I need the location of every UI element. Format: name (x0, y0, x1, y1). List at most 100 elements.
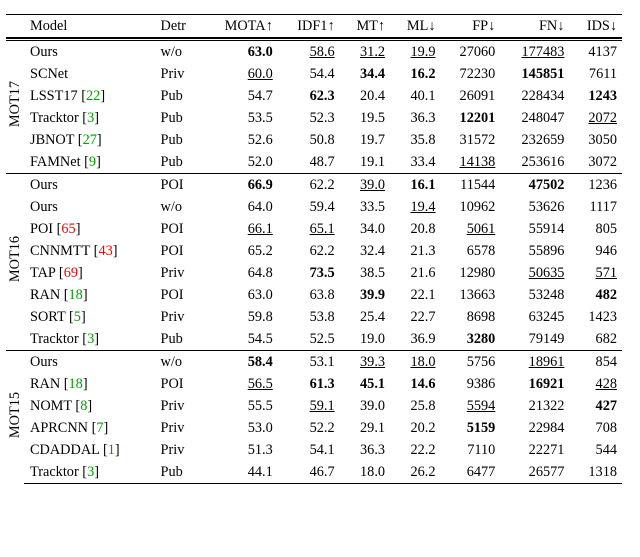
detr-cell: POI (156, 240, 202, 262)
table-cell: 51.3 (202, 439, 278, 461)
citation-ref[interactable]: 7 (96, 420, 103, 436)
citation-ref[interactable]: 3 (87, 464, 94, 480)
table-cell: 19.1 (340, 151, 390, 173)
detr-cell: POI (156, 218, 202, 240)
table-cell: 571 (569, 262, 622, 284)
col-fp: FP↓ (441, 15, 501, 38)
detr-cell: Priv (156, 306, 202, 328)
table-row: NOMT [8]Priv55.559.139.025.8559421322427 (6, 395, 622, 417)
citation-ref[interactable]: 8 (80, 398, 87, 414)
citation-ref[interactable]: 65 (61, 221, 75, 237)
group-label: MOT15 (6, 351, 24, 484)
table-cell: 22.1 (390, 284, 440, 306)
detr-cell: Priv (156, 417, 202, 439)
table-cell: 46.7 (278, 461, 340, 484)
model-cell: LSST17 [22] (24, 85, 156, 107)
table-cell: 248047 (500, 107, 569, 129)
table-cell: 1117 (569, 196, 622, 218)
table-cell: 26.2 (390, 461, 440, 484)
table-cell: 22.2 (390, 439, 440, 461)
table-cell: 20.8 (390, 218, 440, 240)
table-cell: 22271 (500, 439, 569, 461)
table-cell: 3072 (569, 151, 622, 173)
col-idf1: IDF1↑ (278, 15, 340, 38)
citation-ref[interactable]: 9 (89, 154, 96, 170)
table-cell: 39.9 (340, 284, 390, 306)
table-cell: 53.1 (278, 351, 340, 374)
table-cell: 65.1 (278, 218, 340, 240)
table-cell: 946 (569, 240, 622, 262)
table-cell: 34.0 (340, 218, 390, 240)
citation-ref[interactable]: 3 (87, 110, 94, 126)
table-cell: 63.8 (278, 284, 340, 306)
table-cell: 59.8 (202, 306, 278, 328)
table-cell: 1423 (569, 306, 622, 328)
detr-cell: w/o (156, 196, 202, 218)
citation-ref[interactable]: 69 (64, 265, 78, 281)
citation-ref[interactable]: 5 (74, 309, 81, 325)
table-row: Oursw/o64.059.433.519.410962536261117 (6, 196, 622, 218)
model-cell: FAMNet [9] (24, 151, 156, 173)
table-cell: 73.5 (278, 262, 340, 284)
model-cell: Tracktor [3] (24, 328, 156, 350)
table-cell: 53.8 (278, 306, 340, 328)
table-row: TAP [69]Priv64.873.538.521.6129805063557… (6, 262, 622, 284)
table-cell: 5594 (441, 395, 501, 417)
table-row: RAN [18]POI63.063.839.922.11366353248482 (6, 284, 622, 306)
table-cell: 682 (569, 328, 622, 350)
table-row: CDADDAL [1]Priv51.354.136.322.2711022271… (6, 439, 622, 461)
table-cell: 9386 (441, 373, 501, 395)
table-cell: 72230 (441, 63, 501, 85)
table-cell: 52.5 (278, 328, 340, 350)
table-cell: 177483 (500, 40, 569, 64)
table-cell: 1236 (569, 174, 622, 197)
detr-cell: Priv (156, 395, 202, 417)
citation-ref[interactable]: 22 (86, 88, 100, 104)
citation-ref[interactable]: 27 (83, 132, 97, 148)
table-cell: 59.1 (278, 395, 340, 417)
table-cell: 60.0 (202, 63, 278, 85)
table-cell: 805 (569, 218, 622, 240)
table-cell: 21.6 (390, 262, 440, 284)
table-cell: 19.5 (340, 107, 390, 129)
table-cell: 11544 (441, 174, 501, 197)
table-cell: 63245 (500, 306, 569, 328)
col-detr: Detr (156, 15, 202, 38)
citation-ref[interactable]: 18 (69, 287, 83, 303)
table-cell: 16921 (500, 373, 569, 395)
table-row: LSST17 [22]Pub54.762.320.440.12609122843… (6, 85, 622, 107)
citation-ref[interactable]: 3 (87, 331, 94, 347)
table-cell: 3280 (441, 328, 501, 350)
detr-cell: POI (156, 373, 202, 395)
model-cell: Tracktor [3] (24, 107, 156, 129)
citation-ref[interactable]: 1 (108, 442, 115, 458)
table-cell: 79149 (500, 328, 569, 350)
model-cell: SORT [5] (24, 306, 156, 328)
table-row: JBNOT [27]Pub52.650.819.735.831572232659… (6, 129, 622, 151)
table-cell: 7611 (569, 63, 622, 85)
citation-ref[interactable]: 43 (98, 243, 112, 259)
table-row: POI [65]POI66.165.134.020.8506155914805 (6, 218, 622, 240)
model-cell: POI [65] (24, 218, 156, 240)
col-fn: FN↓ (500, 15, 569, 38)
citation-ref[interactable]: 18 (69, 376, 83, 392)
table-cell: 55.5 (202, 395, 278, 417)
table-cell: 18.0 (390, 351, 440, 374)
table-row: MOT15Oursw/o58.453.139.318.0575618961854 (6, 351, 622, 374)
model-cell: NOMT [8] (24, 395, 156, 417)
table-cell: 16.2 (390, 63, 440, 85)
table-cell: 20.2 (390, 417, 440, 439)
group-label: MOT17 (6, 40, 24, 174)
table-cell: 53.0 (202, 417, 278, 439)
model-cell: Tracktor [3] (24, 461, 156, 484)
table-cell: 52.3 (278, 107, 340, 129)
table-cell: 31572 (441, 129, 501, 151)
detr-cell: w/o (156, 351, 202, 374)
table-cell: 13663 (441, 284, 501, 306)
table-cell: 39.0 (340, 174, 390, 197)
model-cell: Ours (24, 174, 156, 197)
table-cell: 63.0 (202, 284, 278, 306)
table-row: Tracktor [3]Pub53.552.319.536.3122012480… (6, 107, 622, 129)
table-cell: 40.1 (390, 85, 440, 107)
table-row: SORT [5]Priv59.853.825.422.7869863245142… (6, 306, 622, 328)
